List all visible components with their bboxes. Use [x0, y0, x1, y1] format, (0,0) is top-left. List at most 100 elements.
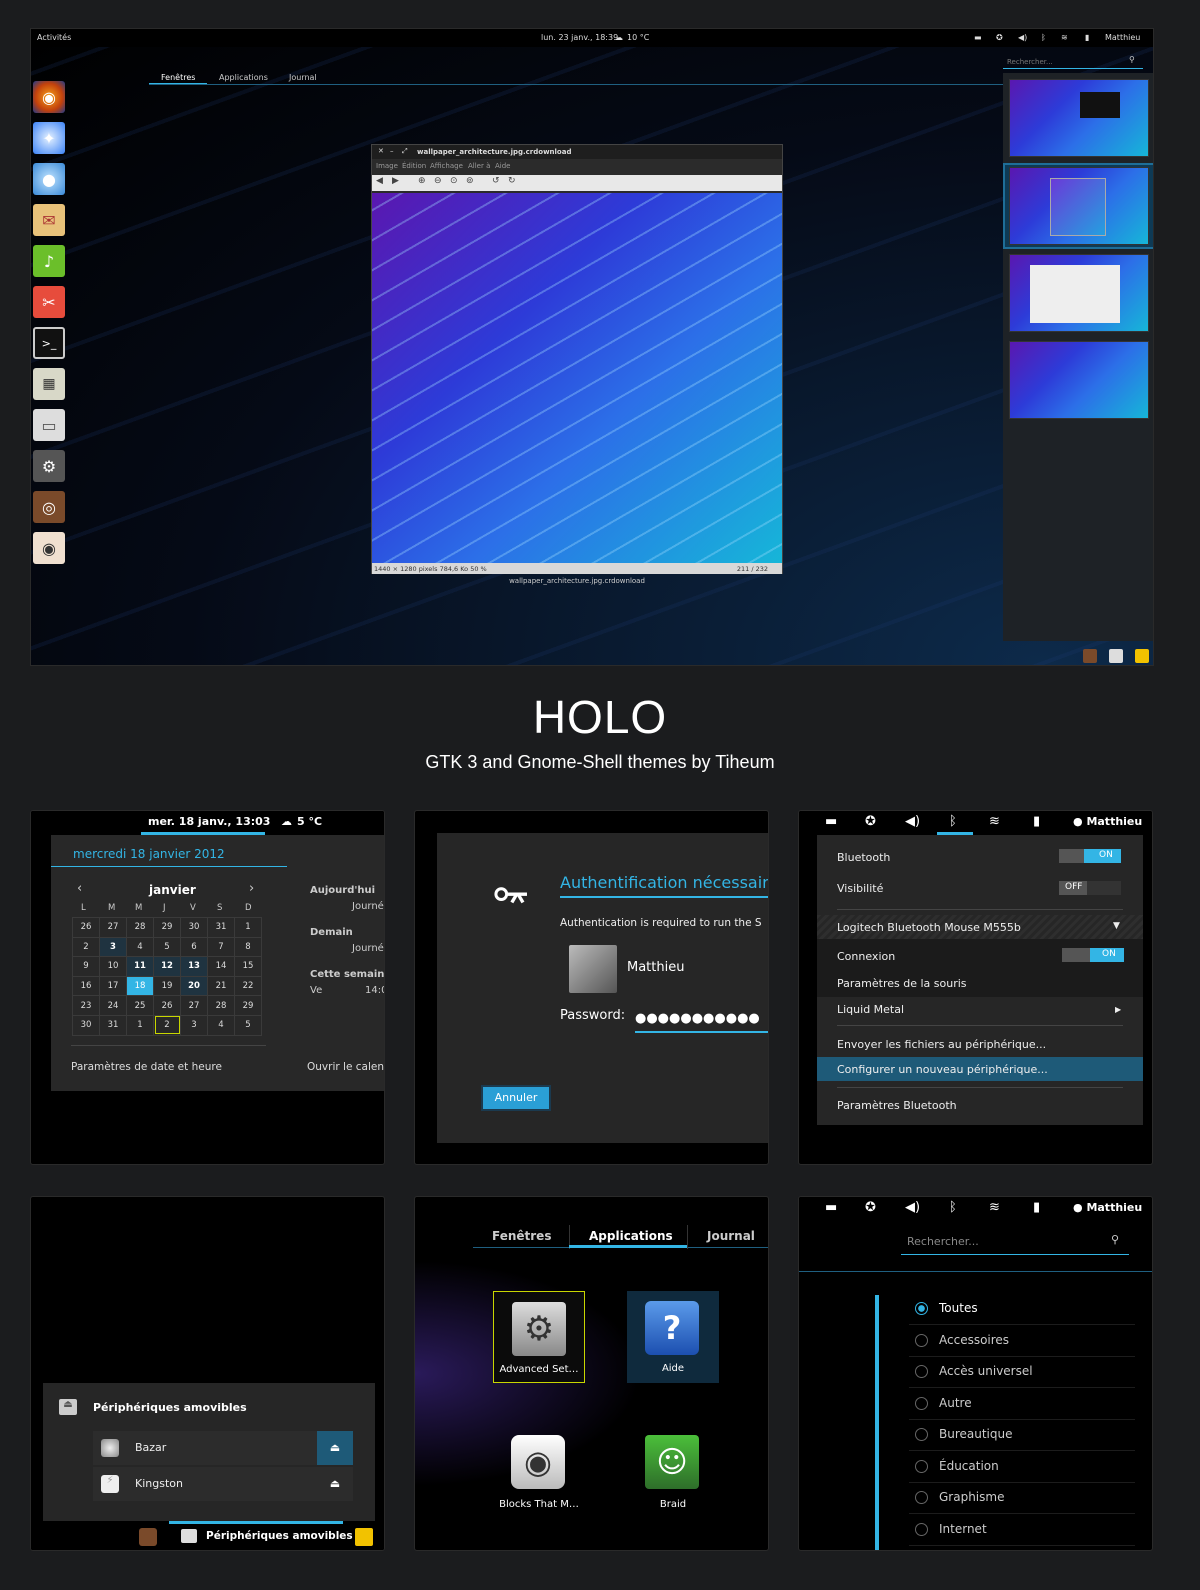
calendar-day[interactable]: 25	[126, 995, 154, 1016]
calendar-day[interactable]: 16	[72, 975, 100, 997]
tab-applications[interactable]: Applications	[219, 73, 268, 82]
rotate-left-icon[interactable]: ↺	[492, 176, 500, 186]
tab-windows[interactable]: Fenêtres	[492, 1229, 551, 1243]
workspace-4[interactable]	[1009, 341, 1149, 419]
tools-icon[interactable]: ✂	[33, 286, 65, 318]
user-menu[interactable]: Matthieu	[1105, 33, 1140, 42]
open-calendar-link[interactable]: Ouvrir le calen	[307, 1061, 384, 1073]
bluetooth-icon[interactable]: ᛒ	[1041, 33, 1046, 42]
menu-help[interactable]: Aide	[495, 162, 510, 170]
tab-windows[interactable]: Fenêtres	[161, 73, 195, 82]
folder-icon[interactable]: ▬	[974, 33, 982, 42]
calendar-day[interactable]: 13	[180, 956, 208, 977]
minimize-icon[interactable]: –	[390, 147, 394, 155]
calendar-day[interactable]: 22	[234, 975, 262, 997]
bluetooth-settings-item[interactable]: Paramètres Bluetooth	[837, 1099, 957, 1112]
calendar-day[interactable]: 3	[180, 1014, 208, 1036]
calendar-day[interactable]: 5	[153, 936, 181, 958]
mouse-settings-item[interactable]: Paramètres de la souris	[837, 977, 967, 990]
calendar-day[interactable]: 3	[99, 936, 127, 958]
calendar-day[interactable]: 1	[126, 1014, 154, 1036]
search-input[interactable]: Rechercher...	[1003, 53, 1143, 69]
zoom-out-icon[interactable]: ⊖	[434, 176, 442, 186]
calendar-day[interactable]: 17	[99, 975, 127, 997]
calendar-day[interactable]: 31	[207, 917, 235, 938]
calendar-day[interactable]: 29	[153, 917, 181, 938]
date-settings-link[interactable]: Paramètres de date et heure	[71, 1061, 222, 1073]
battery-icon[interactable]: ▮	[1085, 33, 1089, 42]
zoom-in-icon[interactable]: ⊕	[418, 176, 426, 186]
calendar-day[interactable]: 14	[207, 956, 235, 977]
category-label[interactable]: Toutes	[939, 1301, 978, 1315]
accessibility-icon[interactable]: ✪	[996, 33, 1003, 42]
calculator-icon[interactable]: ▦	[33, 368, 65, 400]
bluetooth-toggle[interactable]: ON	[1059, 849, 1121, 863]
mail-icon[interactable]: ✉	[33, 204, 65, 236]
tray-notes-icon[interactable]	[355, 1528, 373, 1546]
speaker-icon[interactable]: ◎	[33, 491, 65, 523]
calendar-day[interactable]: 7	[207, 936, 235, 958]
terminal-icon[interactable]: >_	[33, 327, 65, 359]
spotify-icon[interactable]: ♪	[33, 245, 65, 277]
cancel-button[interactable]: Annuler	[481, 1085, 551, 1111]
battery-icon[interactable]: ▮	[1033, 1200, 1040, 1215]
workspace-3[interactable]	[1009, 254, 1149, 332]
device-row[interactable]: Bazar ⏏	[93, 1431, 353, 1465]
search-input[interactable]: Rechercher...	[901, 1227, 1129, 1255]
category-radio[interactable]	[915, 1428, 928, 1441]
workspace-2[interactable]	[1009, 167, 1149, 245]
calendar-day[interactable]: 10	[99, 956, 127, 977]
tray-notes-icon[interactable]	[1135, 649, 1149, 663]
user-menu[interactable]: ● Matthieu	[1073, 1201, 1142, 1214]
forward-icon[interactable]: ▶	[392, 176, 399, 186]
next-month-icon[interactable]: ›	[249, 881, 254, 896]
clock[interactable]: mer. 18 janv., 13:03	[148, 815, 270, 828]
category-label[interactable]: Graphisme	[939, 1490, 1004, 1504]
folder-icon[interactable]: ▬	[825, 1200, 837, 1215]
visibility-toggle[interactable]: OFF	[1059, 881, 1121, 895]
category-label[interactable]: Accessoires	[939, 1333, 1009, 1347]
menu-image[interactable]: Image	[376, 162, 398, 170]
scanner-icon[interactable]: ▭	[33, 409, 65, 441]
battery-icon[interactable]: ▮	[1033, 814, 1040, 829]
bluetooth-icon[interactable]: ᛒ	[949, 1200, 957, 1215]
category-radio[interactable]	[915, 1365, 928, 1378]
user-menu[interactable]: ● Matthieu	[1073, 815, 1142, 828]
app-tile[interactable]: ☺ Braid	[627, 1427, 719, 1519]
calendar-day[interactable]: 28	[126, 917, 154, 938]
prev-month-icon[interactable]: ‹	[77, 881, 82, 896]
back-icon[interactable]: ◀	[376, 176, 383, 186]
password-field[interactable]: ●●●●●●●●●●●	[635, 1011, 768, 1033]
calendar-day[interactable]: 11	[126, 956, 154, 977]
category-radio[interactable]	[915, 1396, 928, 1410]
firefox-icon[interactable]: ◉	[33, 81, 65, 113]
menu-go[interactable]: Aller à	[468, 162, 490, 170]
zoom-normal-icon[interactable]: ⊚	[466, 176, 474, 186]
calendar-day[interactable]: 30	[72, 1014, 100, 1036]
calendar-day[interactable]: 20	[180, 975, 208, 997]
zoom-fit-icon[interactable]: ⊙	[450, 176, 458, 186]
category-radio[interactable]	[915, 1459, 928, 1473]
tray-speaker-icon[interactable]	[139, 1528, 157, 1546]
folder-icon[interactable]: ▬	[825, 814, 837, 829]
accessibility-icon[interactable]: ✪	[865, 1200, 876, 1215]
bluetooth-icon[interactable]: ᛒ	[949, 814, 957, 829]
send-files-item[interactable]: Envoyer les fichiers au périphérique...	[837, 1038, 1046, 1051]
device-row[interactable]: ⚡ Kingston ⏏	[93, 1467, 353, 1501]
app-tile-selected[interactable]: ⚙ Advanced Set…	[493, 1291, 585, 1383]
wifi-icon[interactable]: ≋	[1061, 33, 1068, 42]
volume-icon[interactable]: ◀)	[905, 814, 920, 829]
calendar-day[interactable]: 2	[72, 936, 100, 958]
volume-icon[interactable]: ◀)	[1018, 33, 1027, 42]
workspace-1[interactable]	[1009, 79, 1149, 157]
app-tile[interactable]: ◉ Blocks That M…	[493, 1427, 585, 1519]
volume-icon[interactable]: ◀)	[905, 1200, 920, 1215]
configure-device-item[interactable]: Configurer un nouveau périphérique...	[837, 1063, 1048, 1076]
calendar-day[interactable]: 8	[234, 936, 262, 958]
category-label[interactable]: Bureautique	[939, 1427, 1013, 1441]
liquid-metal-item[interactable]: Liquid Metal	[837, 1003, 904, 1016]
calendar-day[interactable]: 18	[126, 975, 154, 997]
accessibility-icon[interactable]: ✪	[865, 814, 876, 829]
calendar-day[interactable]: 23	[72, 995, 100, 1016]
tab-applications[interactable]: Applications	[589, 1229, 673, 1243]
